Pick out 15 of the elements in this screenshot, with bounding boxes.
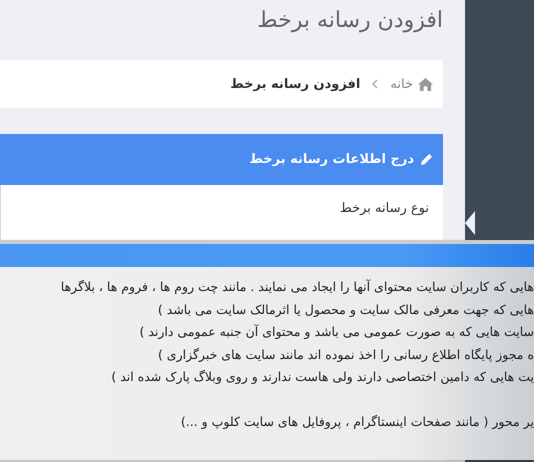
home-link[interactable]: خانه (390, 76, 433, 92)
popup-text-line: هایی که کاربران سایت محتوای آنها را ایجاد می نمایند . مانند چت روم ها ، فروم ها ، بلاگرها (60, 278, 534, 296)
page-title: افزودن رسانه برخط (256, 7, 443, 35)
chevron-icon (372, 79, 378, 89)
popup-text-line: هایی که جهت معرفی مالک سایت و محصول یا اثرمالک سایت می باشد ) (156, 300, 534, 319)
popup-text-line: یت هایی که دامین اختصاصی دارند ولی هاست ندارند و روی وبلاگ پارک شده اند ) (110, 368, 534, 386)
breadcrumb-current: افزودن رسانه برخط (230, 76, 360, 92)
popup-text-line: یر محور ( مانند صفحات اینستاگرام ، پروفایل های سایت کلوپ و ...) (180, 412, 534, 431)
field-label: نوع رسانه برخط (338, 201, 429, 216)
pointer-icon (465, 211, 475, 235)
popup-text-line: سایت هایی که به صورت عمومی می باشد و محتوای آن جنبه عمومی دارند ) (138, 323, 534, 341)
popup-text-line: ه مجوز پایگاه اطلاع رسانی را اخذ نموده اند مانند سایت های خبرگزاری ) (156, 346, 534, 364)
home-icon (418, 78, 433, 90)
panel-title: درج اطلاعات رسانه برخط (249, 152, 414, 167)
pencil-icon (420, 153, 433, 166)
